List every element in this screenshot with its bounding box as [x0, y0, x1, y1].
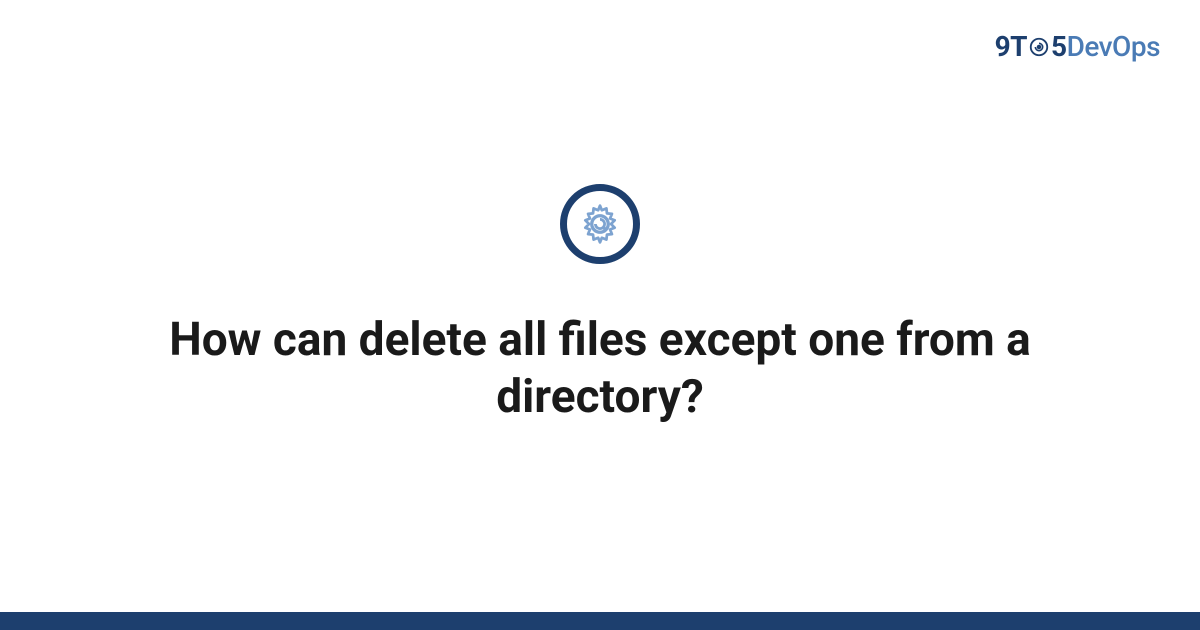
question-headline: How can delete all files except one from… [100, 312, 1100, 427]
footer-bar [0, 612, 1200, 630]
gear-circle-icon [560, 184, 640, 264]
main-content: How can delete all files except one from… [0, 0, 1200, 630]
